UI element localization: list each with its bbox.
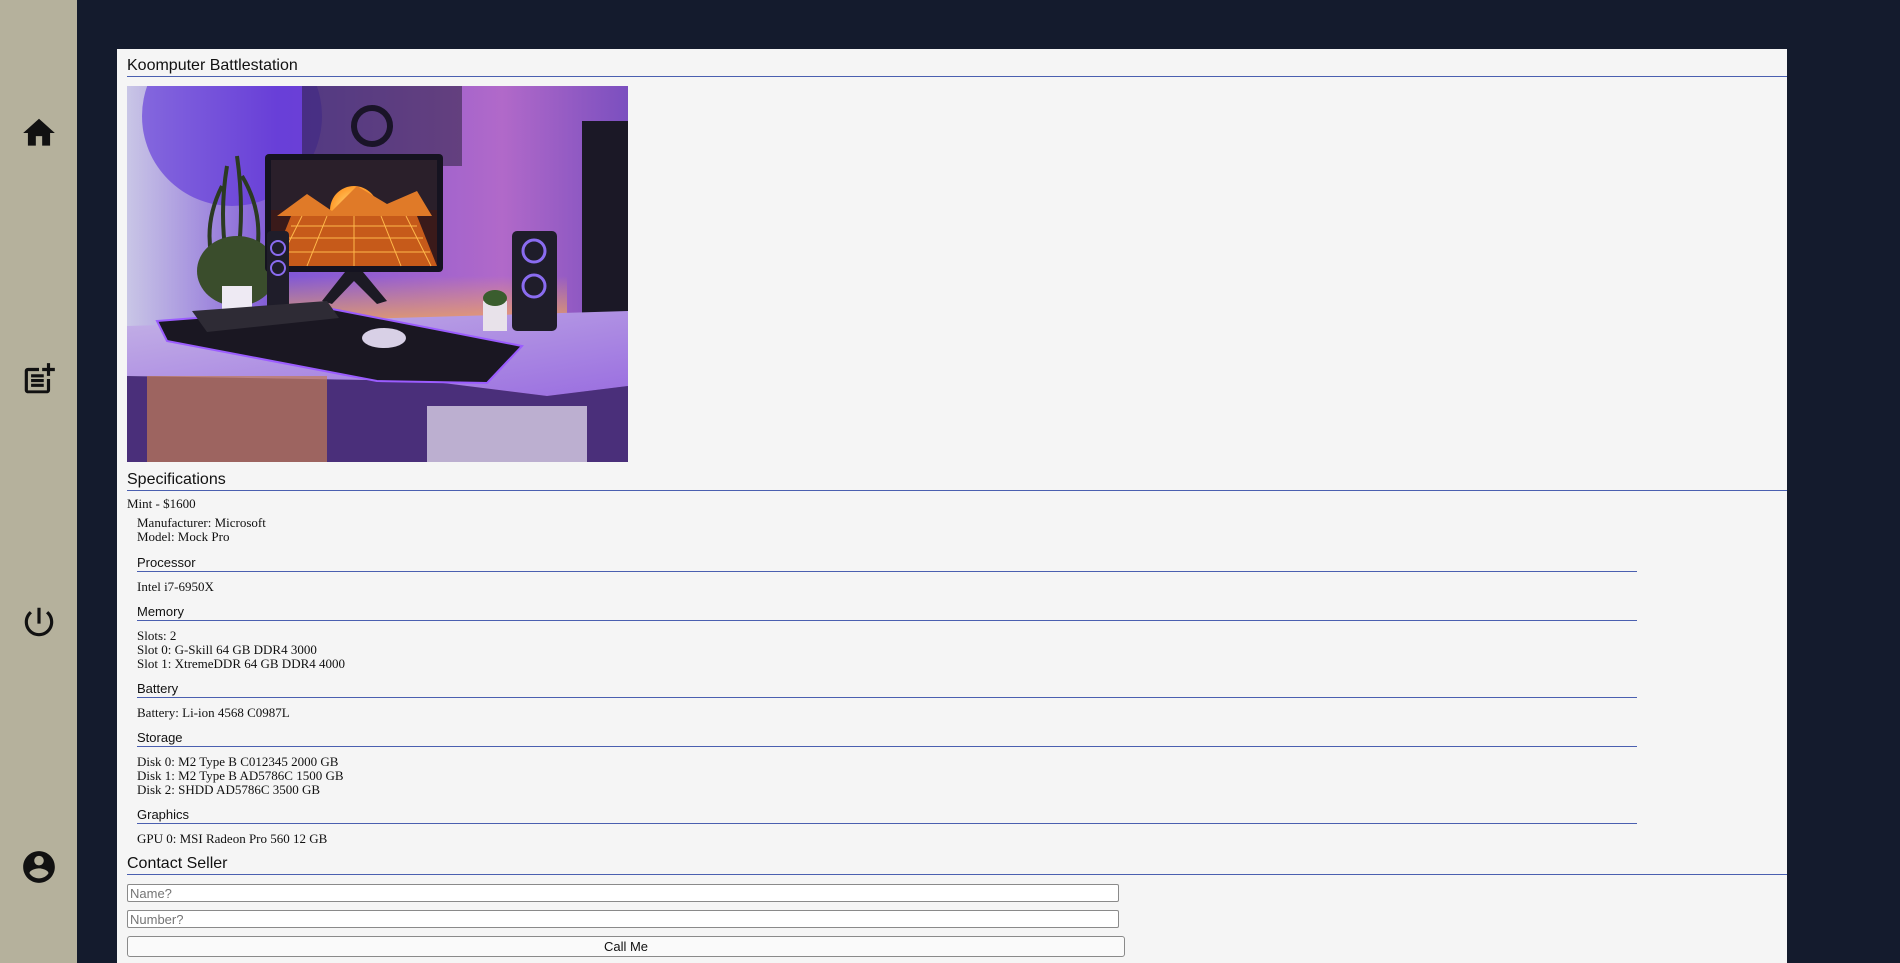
listing-panel: Koomputer Battlestation Specifications M… xyxy=(117,49,1787,963)
logout-button[interactable] xyxy=(0,592,77,652)
specifications-heading: Specifications xyxy=(127,471,1787,491)
listing-title: Koomputer Battlestation xyxy=(127,57,1787,77)
storage-heading: Storage xyxy=(137,730,1637,747)
processor-line: Intel i7-6950X xyxy=(137,579,214,594)
account-circle-icon xyxy=(22,851,55,883)
battery-heading: Battery xyxy=(137,681,1637,698)
storage-line: Disk 1: M2 Type B AD5786C 1500 GB xyxy=(137,768,344,783)
graphics-line: GPU 0: MSI Radeon Pro 560 12 GB xyxy=(137,831,328,846)
memory-heading: Memory xyxy=(137,604,1637,621)
home-button[interactable] xyxy=(0,103,77,163)
home-icon xyxy=(22,118,55,146)
new-listing-button[interactable] xyxy=(0,349,77,409)
name-input[interactable] xyxy=(127,884,1119,902)
memory-line: Slot 0: G-Skill 64 GB DDR4 3000 xyxy=(137,642,317,657)
storage-line: Disk 2: SHDD AD5786C 3500 GB xyxy=(137,782,321,797)
contact-heading: Contact Seller xyxy=(127,855,1787,875)
number-input[interactable] xyxy=(127,910,1119,928)
post-add-icon xyxy=(24,363,55,394)
model: Model: Mock Pro xyxy=(137,529,230,544)
manufacturer: Manufacturer: Microsoft xyxy=(137,515,266,530)
power-icon xyxy=(24,607,53,637)
storage-line: Disk 0: M2 Type B C012345 2000 GB xyxy=(137,754,339,769)
processor-heading: Processor xyxy=(137,555,1637,572)
memory-line: Slot 1: XtremeDDR 64 GB DDR4 4000 xyxy=(137,656,345,671)
call-me-button[interactable]: Call Me xyxy=(127,936,1125,957)
sidebar-nav xyxy=(0,0,77,963)
battery-line: Battery: Li-ion 4568 C0987L xyxy=(137,705,290,720)
listing-photo-art xyxy=(127,86,628,462)
memory-line: Slots: 2 xyxy=(137,628,177,643)
condition-price: Mint - $1600 xyxy=(127,496,196,511)
listing-photo xyxy=(127,86,628,462)
graphics-heading: Graphics xyxy=(137,807,1637,824)
profile-button[interactable] xyxy=(0,837,77,897)
